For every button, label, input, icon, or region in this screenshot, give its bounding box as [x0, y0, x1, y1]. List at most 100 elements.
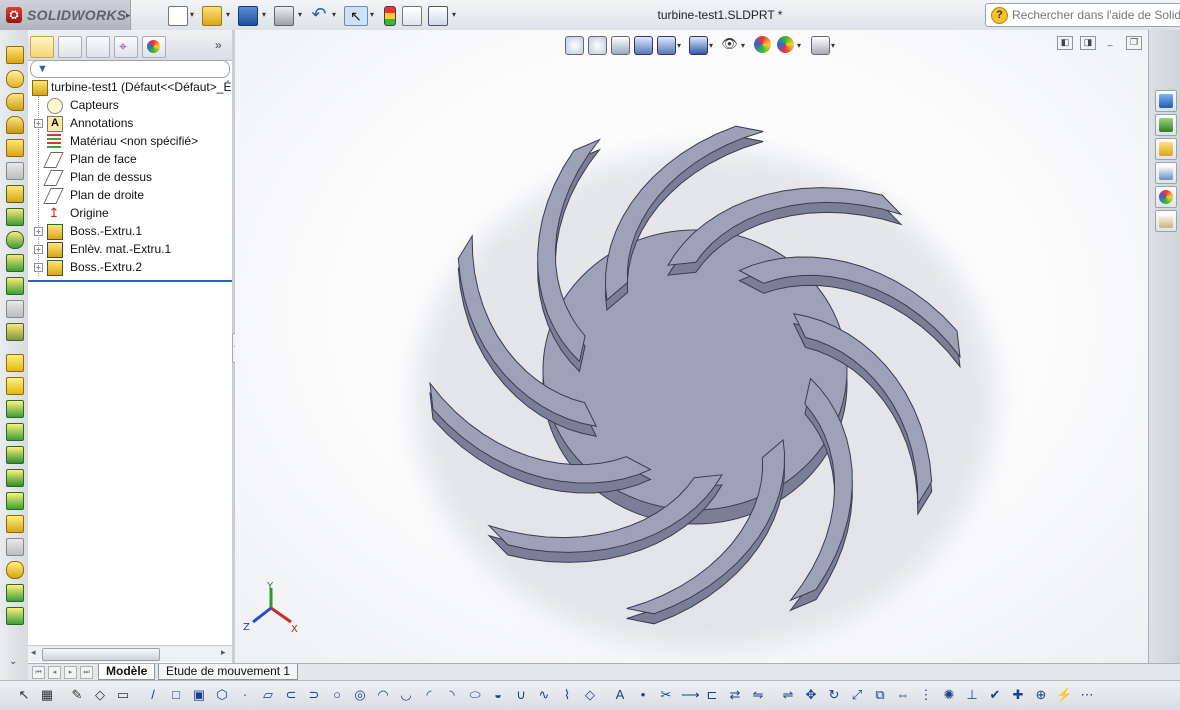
- scrollbar-thumb[interactable]: [42, 648, 160, 661]
- display-style-dropdown-arrow-icon[interactable]: ▾: [709, 41, 713, 50]
- last-tab-icon[interactable]: ⏭: [80, 666, 93, 679]
- hole-wizard-icon[interactable]: [6, 208, 24, 226]
- feature-tree-filter[interactable]: ▼: [30, 60, 230, 78]
- tree-item-sensors[interactable]: Capteurs: [28, 96, 232, 114]
- zoom-to-fit-icon[interactable]: [565, 36, 584, 55]
- text-icon[interactable]: A: [612, 687, 628, 703]
- line-icon[interactable]: /: [145, 687, 161, 703]
- scroll-right-icon[interactable]: ▸: [221, 647, 226, 658]
- partial-ellipse-icon[interactable]: ◒: [490, 687, 506, 703]
- more-icon[interactable]: ⋯: [1079, 687, 1095, 703]
- file-properties-icon[interactable]: [402, 6, 422, 26]
- spline-on-surface-icon[interactable]: ⌇: [559, 687, 575, 703]
- options-dropdown-arrow-icon[interactable]: ▾: [452, 10, 456, 19]
- display-style-icon[interactable]: [689, 36, 708, 55]
- dome-icon[interactable]: [6, 561, 24, 579]
- select-dropdown-arrow-icon[interactable]: ▾: [370, 10, 374, 19]
- maximize-icon[interactable]: ❐: [1126, 36, 1142, 50]
- tab-motion-study-1[interactable]: Etude de mouvement 1: [158, 664, 299, 680]
- propertymanager-tab-icon[interactable]: [58, 36, 82, 58]
- deform-icon[interactable]: [6, 607, 24, 625]
- featuremanager-tab-icon[interactable]: [30, 36, 54, 58]
- new-dropdown-arrow-icon[interactable]: ▾: [190, 10, 194, 19]
- tree-item-annotations[interactable]: + A Annotations: [28, 114, 232, 132]
- circular-pattern-icon[interactable]: ✺: [941, 687, 957, 703]
- linear-pattern-icon[interactable]: [6, 354, 24, 372]
- configurationmanager-tab-icon[interactable]: [86, 36, 110, 58]
- feature-tree-scrollbar[interactable]: ◂ ▸: [28, 645, 232, 662]
- relations-icon[interactable]: ⊥: [964, 687, 980, 703]
- minimize-icon[interactable]: _: [1103, 36, 1117, 48]
- solidworks-logo[interactable]: ⛭ SOLIDWORKS ▸: [0, 0, 131, 30]
- perimeter-circle-icon[interactable]: ◎: [352, 687, 368, 703]
- arc-icon[interactable]: ◠: [375, 687, 391, 703]
- draft-icon[interactable]: [6, 400, 24, 418]
- rectangle-icon[interactable]: □: [168, 687, 184, 703]
- edit-appearance-icon[interactable]: [754, 36, 771, 53]
- centerpoint-arc-icon[interactable]: ◝: [444, 687, 460, 703]
- file-explorer-icon[interactable]: [1155, 138, 1177, 160]
- scale-icon[interactable]: ⤢: [849, 687, 865, 703]
- shell-icon[interactable]: [6, 423, 24, 441]
- center-rectangle-icon[interactable]: ▣: [191, 687, 207, 703]
- undo-dropdown-arrow-icon[interactable]: ▾: [332, 10, 336, 19]
- repair-icon[interactable]: ✚: [1010, 687, 1026, 703]
- mirror-icon[interactable]: ⇋: [750, 687, 766, 703]
- spline-icon[interactable]: ∿: [536, 687, 552, 703]
- design-library-icon[interactable]: [1155, 114, 1177, 136]
- tree-item-right-plane[interactable]: Plan de droite: [28, 186, 232, 204]
- dimxpertmanager-tab-icon[interactable]: ⌖: [114, 36, 138, 58]
- view-orientation-dropdown-arrow-icon[interactable]: ▾: [677, 41, 681, 50]
- print-dropdown-arrow-icon[interactable]: ▾: [298, 10, 302, 19]
- stretch-icon[interactable]: ⇔: [895, 687, 911, 703]
- tree-root-part[interactable]: turbine-test1 (Défaut<<Défaut>_É: [28, 78, 232, 96]
- 3-point-arc-icon[interactable]: ◜: [421, 687, 437, 703]
- select-pointer-icon[interactable]: ↖: [344, 6, 368, 26]
- turbine-3d-model[interactable]: [235, 30, 1148, 663]
- scroll-left-icon[interactable]: ◂: [31, 647, 36, 658]
- help-search-input[interactable]: [1010, 6, 1180, 24]
- ellipse-icon[interactable]: ⬭: [467, 687, 483, 703]
- straight-slot-icon[interactable]: ⊃: [306, 687, 322, 703]
- restore-right-icon[interactable]: ◨: [1080, 36, 1096, 50]
- rotate-icon[interactable]: ↻: [826, 687, 842, 703]
- tree-item-top-plane[interactable]: Plan de dessus: [28, 168, 232, 186]
- print-icon[interactable]: [274, 6, 294, 26]
- scene-dropdown-arrow-icon[interactable]: ▾: [797, 41, 801, 50]
- zoom-to-area-icon[interactable]: [588, 36, 607, 55]
- appearances-scenes-icon[interactable]: [1155, 186, 1177, 208]
- tree-item-origin[interactable]: ↥ Origine: [28, 204, 232, 222]
- view-settings-icon[interactable]: [811, 36, 830, 55]
- first-tab-icon[interactable]: ⏮: [32, 666, 45, 679]
- fillet-icon[interactable]: [6, 323, 24, 341]
- point-icon[interactable]: •: [635, 687, 651, 703]
- swept-cut-icon[interactable]: [6, 254, 24, 272]
- revolved-boss-icon[interactable]: [6, 70, 24, 88]
- prev-tab-icon[interactable]: ◂: [48, 666, 61, 679]
- fully-define-icon[interactable]: ✔: [987, 687, 1003, 703]
- intersect-icon[interactable]: [6, 469, 24, 487]
- open-folder-icon[interactable]: [202, 6, 222, 26]
- section-view-icon[interactable]: [634, 36, 653, 55]
- parallelogram-icon[interactable]: ▱: [260, 687, 276, 703]
- displaymanager-tab-icon[interactable]: [142, 36, 166, 58]
- circle-icon[interactable]: ○: [329, 687, 345, 703]
- tangent-arc-icon[interactable]: ◡: [398, 687, 414, 703]
- convert-icon[interactable]: ⇄: [727, 687, 743, 703]
- wrap-icon[interactable]: [6, 446, 24, 464]
- tab-model[interactable]: Modèle: [98, 664, 156, 680]
- rollback-bar[interactable]: [28, 280, 232, 282]
- open-dropdown-arrow-icon[interactable]: ▾: [226, 10, 230, 19]
- save-icon[interactable]: [238, 6, 258, 26]
- swept-boss-icon[interactable]: [6, 93, 24, 111]
- rapid-sketch-icon[interactable]: ⚡: [1056, 687, 1072, 703]
- quick-snaps-icon[interactable]: ⊕: [1033, 687, 1049, 703]
- custom-properties-icon[interactable]: [1155, 210, 1177, 232]
- more-commands-chevron-icon[interactable]: ⌄: [9, 656, 17, 667]
- trim-icon[interactable]: ✂: [658, 687, 674, 703]
- next-tab-icon[interactable]: ▸: [64, 666, 77, 679]
- tree-item-cut-extrude-1[interactable]: + Enlèv. mat.-Extru.1: [28, 240, 232, 258]
- dynamic-mirror-icon[interactable]: ⇌: [780, 687, 796, 703]
- rib-icon[interactable]: [6, 377, 24, 395]
- extruded-boss-icon[interactable]: [6, 46, 24, 64]
